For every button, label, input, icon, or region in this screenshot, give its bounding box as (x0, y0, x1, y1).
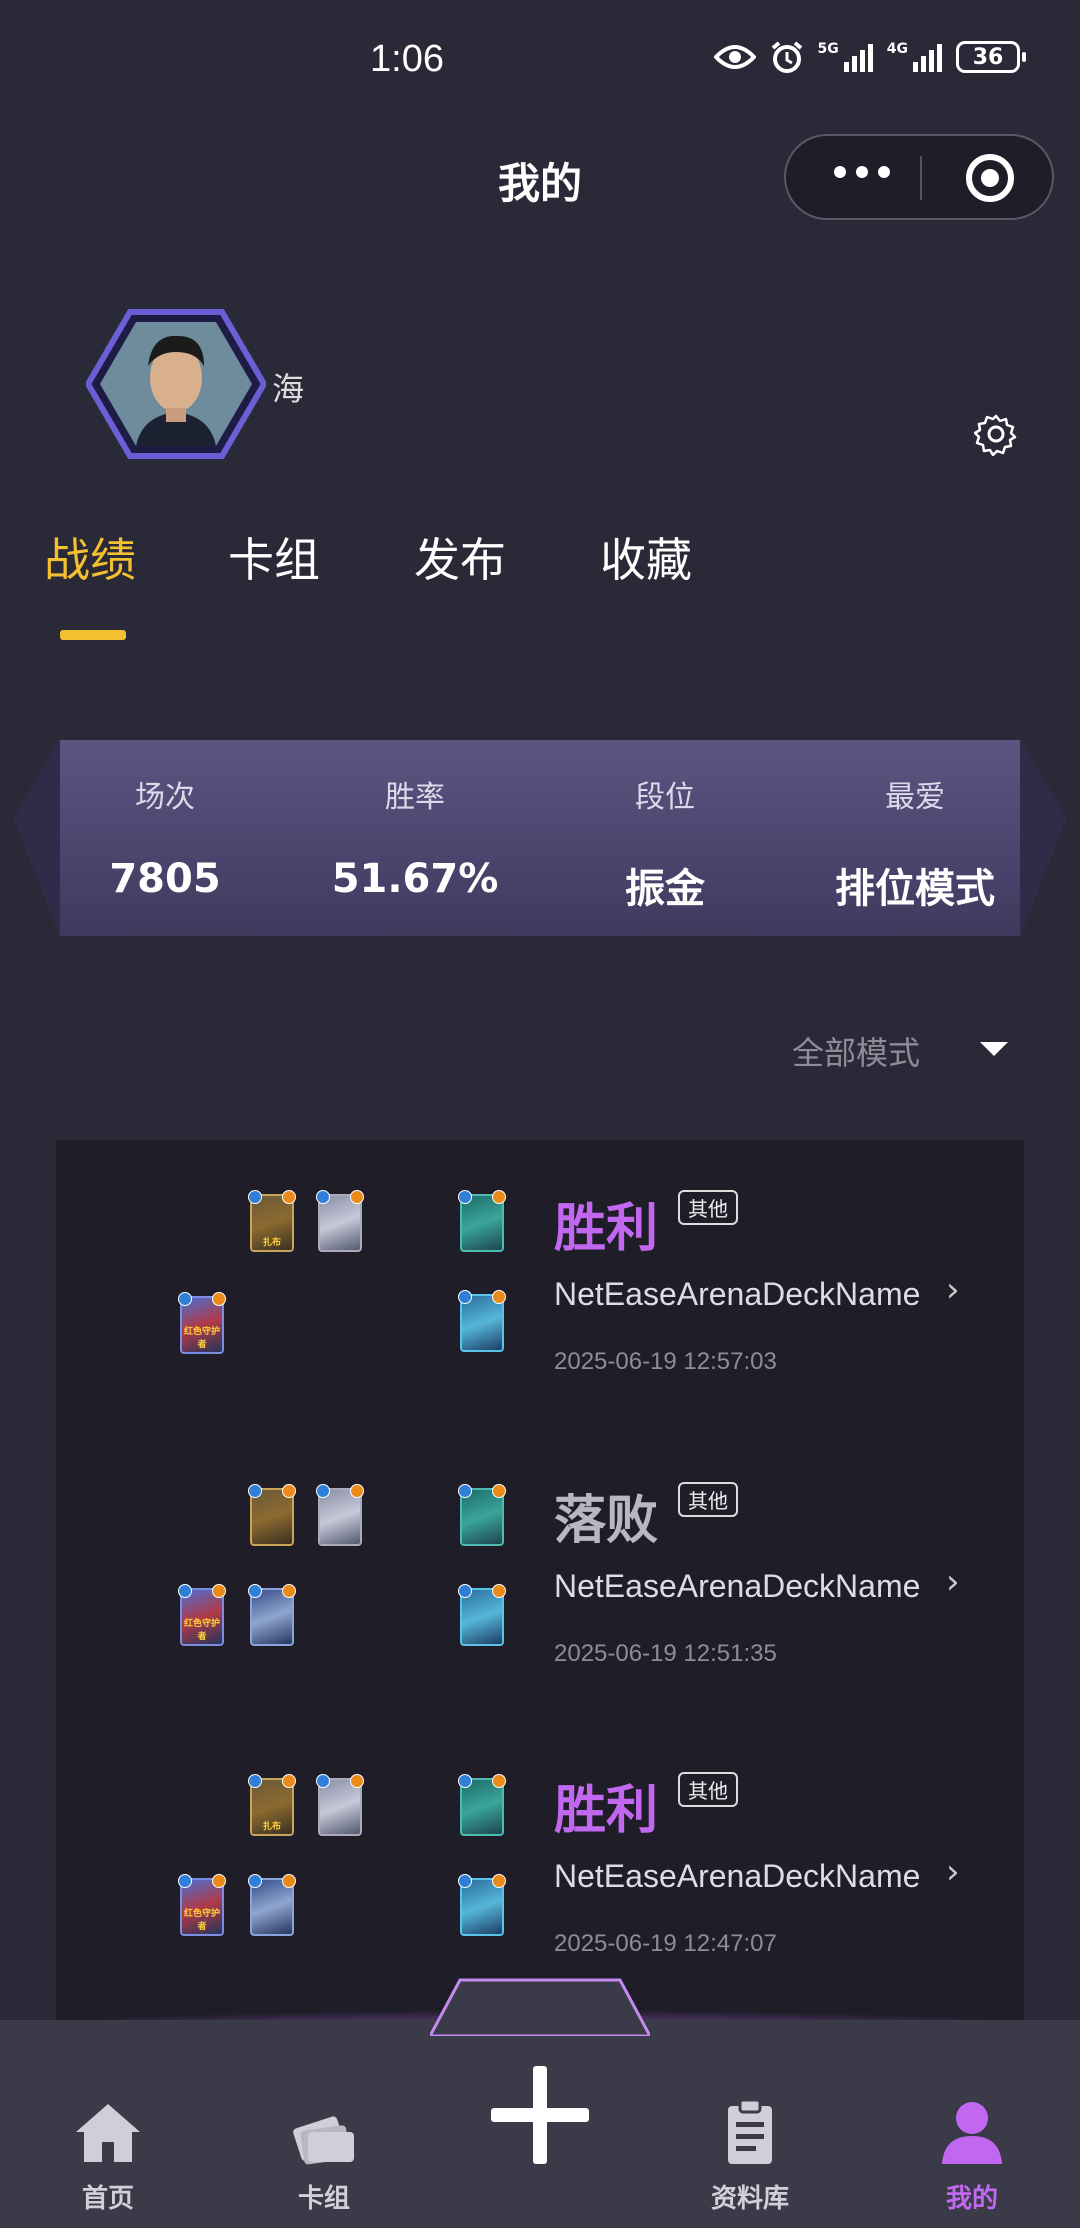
plus-icon (491, 2066, 589, 2164)
match-result: 落败 (554, 1491, 659, 1551)
more-dots-icon[interactable] (834, 166, 890, 178)
mode-tag: 其他 (678, 1772, 738, 1807)
nav-label-library: 资料库 (710, 2184, 789, 2214)
match-row[interactable]: 扎布 红色守护者 胜利 其他 NetEaseArenaDeckName › 20… (56, 1140, 1024, 1430)
card-thumbnail (248, 1874, 296, 1936)
match-time: 2025-06-19 12:57:03 (554, 1348, 777, 1375)
mode-tag: 其他 (678, 1482, 738, 1517)
card-thumbnail (458, 1190, 506, 1252)
deck-name: NetEaseArenaDeckName (554, 1276, 921, 1312)
match-row[interactable]: 红色守护者 落败 其他 NetEaseArenaDeckName › 2025-… (56, 1430, 1024, 1720)
card-thumbnail: 扎布 (248, 1774, 296, 1836)
username: 海 (272, 370, 305, 408)
signal-5g-label: 5G (817, 41, 839, 57)
stat-label-winrate: 胜率 (385, 780, 445, 815)
stat-label-rank: 段位 (635, 780, 695, 815)
capsule-divider (920, 156, 922, 200)
card-thumbnail: 扎布 (248, 1190, 296, 1252)
nav-label-home: 首页 (81, 2184, 134, 2214)
nav-create[interactable] (480, 2060, 600, 2170)
card-name: 扎布 (262, 1822, 281, 1832)
nav-decks[interactable]: 卡组 (264, 2098, 384, 2214)
card-name: 红色守护者 (183, 1619, 220, 1642)
card-thumbnail (248, 1484, 296, 1546)
stat-value-favorite: 排位模式 (835, 866, 995, 912)
card-thumbnail (458, 1874, 506, 1936)
battery-icon: 36 (956, 41, 1026, 73)
mini-program-capsule (784, 134, 1054, 220)
nav-library[interactable]: 资料库 (690, 2098, 810, 2214)
card-thumbnail: 红色守护者 (178, 1292, 226, 1354)
deck-name: NetEaseArenaDeckName (554, 1568, 921, 1604)
nav-me[interactable]: 我的 (912, 2098, 1032, 2214)
mode-filter-dropdown[interactable]: 全部模式 (792, 1028, 920, 1074)
signal-4g-icon: 4G (887, 42, 942, 72)
alarm-icon (771, 41, 802, 73)
cards-icon (293, 2116, 354, 2165)
card-thumbnail (248, 1584, 296, 1646)
match-result: 胜利 (554, 1199, 659, 1259)
mode-tag: 其他 (678, 1190, 738, 1225)
stat-value-matches: 7805 (109, 856, 221, 902)
tab-decks[interactable]: 卡组 (228, 524, 320, 590)
nav-label-decks: 卡组 (297, 2184, 350, 2214)
card-thumbnail (458, 1290, 506, 1352)
signal-4g-label: 4G (886, 41, 908, 57)
card-name: 扎布 (262, 1238, 281, 1248)
stat-value-rank: 振金 (625, 866, 705, 912)
card-thumbnail (316, 1484, 364, 1546)
user-icon (942, 2102, 1002, 2164)
eye-icon (713, 45, 756, 69)
card-thumbnail (316, 1190, 364, 1252)
nav-notch (430, 1978, 650, 2036)
stat-value-winrate: 51.67% (331, 856, 499, 902)
card-thumbnail: 红色守护者 (178, 1584, 226, 1646)
avatar[interactable] (86, 308, 266, 460)
tab-record[interactable]: 战绩 (44, 524, 136, 590)
close-target-icon[interactable] (966, 154, 1014, 202)
card-thumbnail (458, 1584, 506, 1646)
deck-name: NetEaseArenaDeckName (554, 1858, 921, 1894)
nav-home[interactable]: 首页 (48, 2098, 168, 2214)
card-thumbnail (458, 1774, 506, 1836)
battery-level: 36 (972, 44, 1004, 70)
stat-label-matches: 场次 (135, 780, 195, 815)
tab-active-indicator (60, 630, 126, 640)
status-icons: 5G 4G 36 (713, 40, 1026, 74)
match-time: 2025-06-19 12:51:35 (554, 1640, 777, 1667)
card-thumbnail (316, 1774, 364, 1836)
match-result: 胜利 (554, 1781, 659, 1841)
card-name: 红色守护者 (183, 1909, 220, 1932)
chevron-right-icon: › (946, 1270, 960, 1310)
chevron-right-icon: › (946, 1562, 960, 1602)
stat-label-favorite: 最爱 (885, 780, 945, 815)
card-thumbnail (458, 1484, 506, 1546)
chevron-right-icon: › (946, 1852, 960, 1892)
card-name: 红色守护者 (183, 1327, 220, 1350)
clipboard-icon (728, 2098, 772, 2164)
status-time: 1:06 (370, 38, 444, 80)
gear-icon[interactable] (974, 412, 1018, 456)
nav-label-me: 我的 (945, 2184, 998, 2214)
tab-publish[interactable]: 发布 (414, 524, 506, 590)
tab-favorites[interactable]: 收藏 (600, 524, 692, 590)
chevron-down-icon[interactable] (980, 1042, 1008, 1056)
signal-5g-icon: 5G (818, 42, 873, 72)
home-icon (76, 2104, 140, 2162)
card-thumbnail: 红色守护者 (178, 1874, 226, 1936)
match-list: 扎布 红色守护者 胜利 其他 NetEaseArenaDeckName › 20… (56, 1140, 1024, 2020)
